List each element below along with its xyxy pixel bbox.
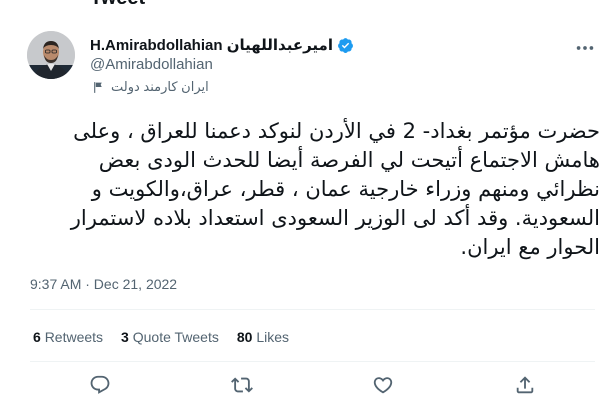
likes-stat[interactable]: 80 Likes (237, 329, 289, 345)
reply-icon[interactable] (89, 374, 111, 396)
divider (30, 309, 595, 310)
quote-tweets-label: Quote Tweets (132, 329, 219, 345)
retweets-label: Retweets (44, 329, 104, 345)
divider (30, 361, 595, 362)
more-options-icon[interactable] (574, 37, 596, 59)
tweet-actions (0, 372, 609, 398)
avatar[interactable] (27, 31, 75, 79)
author-name-row[interactable]: H.Amirabdollahian امیرعبداللهیان (90, 36, 354, 54)
likes-count: 80 (236, 329, 253, 345)
tweet-text: حضرت مؤتمر بغداد- 2 في الأردن لنوكد دعمن… (70, 119, 600, 259)
quote-tweets-stat[interactable]: 3 Quote Tweets (121, 329, 219, 345)
retweets-count: 6 (33, 329, 41, 345)
retweets-stat[interactable]: 6 Retweets (33, 329, 103, 345)
tweet-timestamp[interactable]: 9:37 AM · Dec 21, 2022 (30, 276, 177, 292)
account-label-text: ایران کارمند دولت (111, 79, 209, 94)
author-display-name[interactable]: H.Amirabdollahian امیرعبداللهیان (90, 36, 333, 54)
tweet-stats: 6 Retweets 3 Quote Tweets 80 Likes (33, 329, 289, 345)
government-flag-icon (94, 81, 102, 93)
verified-badge-icon (337, 37, 354, 54)
likes-label: Likes (256, 329, 290, 345)
quote-tweets-count: 3 (121, 329, 129, 345)
author-handle[interactable]: @Amirabdollahian (90, 56, 213, 73)
page-title: Tweet (90, 0, 145, 10)
like-icon[interactable] (372, 374, 394, 396)
avatar-photo (27, 31, 75, 79)
retweet-icon[interactable] (231, 374, 253, 396)
account-label: ایران کارمند دولت (92, 79, 209, 95)
share-icon[interactable] (514, 374, 536, 396)
